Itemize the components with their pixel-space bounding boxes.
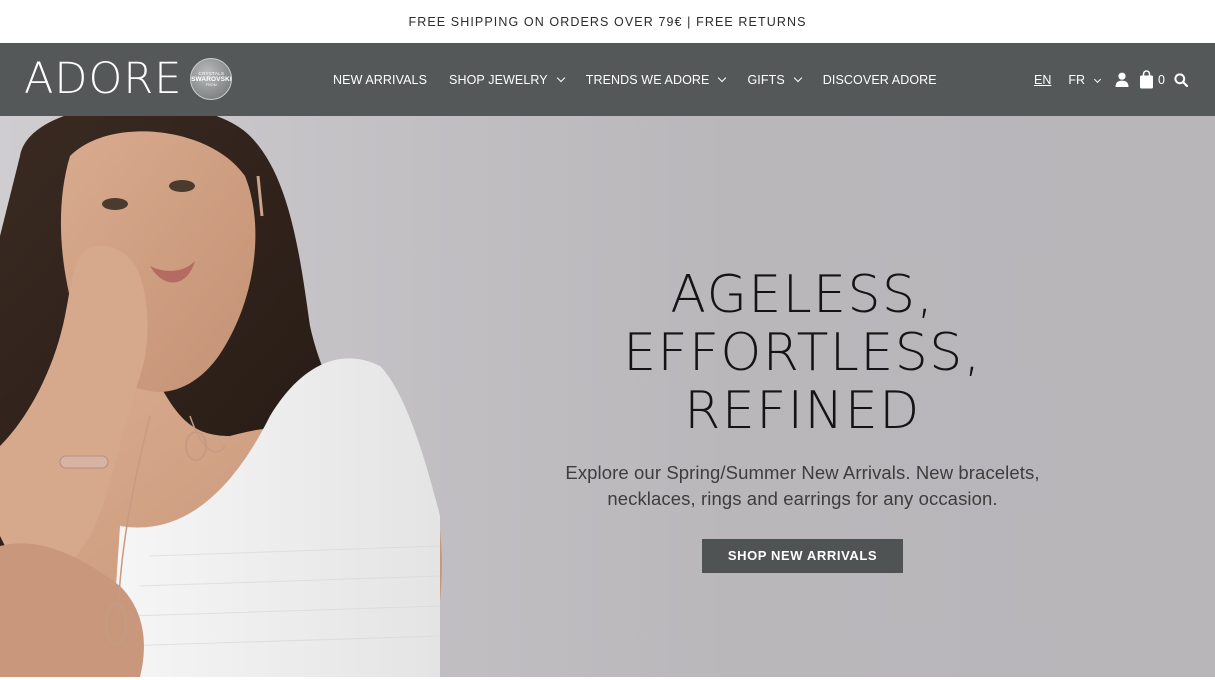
nav-gifts-label: GIFTS [747,72,785,87]
headline-line-1: AGELESS, EFFORTLESS, [623,265,982,383]
nav-trends-label: TRENDS WE ADORE [585,72,710,87]
cart-count: 0 [1158,72,1165,87]
seal-line-2: SWAROVSKI [191,76,232,83]
swarovski-seal-icon: CRYSTALS SWAROVSKI FROM [190,58,233,100]
nav-gifts[interactable]: GIFTS [747,72,803,87]
hero-headline: AGELESS, EFFORTLESS, REFINED [500,266,1105,440]
hero-copy: AGELESS, EFFORTLESS, REFINED Explore our… [500,266,1105,573]
shop-new-arrivals-button[interactable]: SHOP NEW ARRIVALS [702,539,903,573]
chevron-down-icon [718,73,727,82]
nav-shop-jewelry-label: SHOP JEWELRY [449,72,548,87]
seal-line-3: FROM [205,83,217,87]
hero-subtitle: Explore our Spring/Summer New Arrivals. … [500,460,1105,512]
nav-shop-jewelry[interactable]: SHOP JEWELRY [449,72,565,87]
hero-banner: AGELESS, EFFORTLESS, REFINED Explore our… [0,116,1215,677]
adore-logo[interactable]: ADORE CRYSTALS SWAROVSKI FROM [24,53,233,105]
shopping-bag-icon[interactable] [1139,70,1154,89]
utility-menu: EN FR 0 [1034,43,1188,116]
chevron-down-icon [793,73,803,82]
language-fr-link[interactable]: FR [1068,73,1085,87]
subtitle-line-2: necklaces, rings and earrings for any oc… [607,488,998,509]
nav-discover-adore[interactable]: DISCOVER ADORE [823,73,937,87]
language-en-link[interactable]: EN [1034,73,1051,87]
language-chevron-down-icon[interactable] [1094,75,1102,84]
search-icon[interactable] [1174,72,1188,87]
account-icon[interactable] [1115,72,1129,87]
logo-wordmark: ADORE [24,53,183,104]
chevron-down-icon [556,73,565,82]
nav-discover-label: DISCOVER ADORE [822,72,937,87]
headline-line-2: REFINED [684,381,921,441]
primary-menu: NEW ARRIVALS SHOP JEWELRY TRENDS WE ADOR… [333,43,959,116]
announcement-text: FREE SHIPPING ON ORDERS OVER 79€ | FREE … [408,14,807,29]
nav-new-arrivals-label: NEW ARRIVALS [333,72,428,87]
announcement-bar: FREE SHIPPING ON ORDERS OVER 79€ | FREE … [0,0,1215,43]
nav-new-arrivals[interactable]: NEW ARRIVALS [333,73,427,87]
model-photo [0,116,442,677]
main-navigation: ADORE CRYSTALS SWAROVSKI FROM NEW ARRIVA… [0,43,1215,116]
nav-trends-we-adore[interactable]: TRENDS WE ADORE [585,72,727,87]
subtitle-line-1: Explore our Spring/Summer New Arrivals. … [565,462,1040,483]
